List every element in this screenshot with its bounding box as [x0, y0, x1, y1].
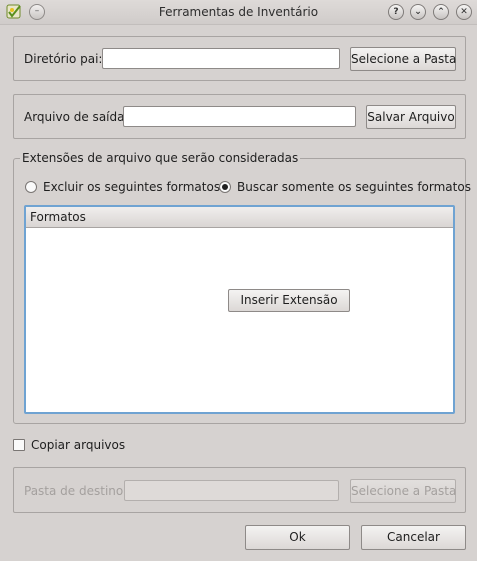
destination-frame: Pasta de destino: Selecione a Pasta — [13, 467, 466, 513]
only-formats-label[interactable]: Buscar somente os seguintes formatos — [237, 179, 471, 195]
ok-button[interactable]: Ok — [245, 525, 350, 550]
parent-dir-label: Diretório pai: — [24, 52, 103, 66]
help-button[interactable]: ? — [388, 4, 404, 20]
select-destination-folder-button: Selecione a Pasta — [350, 479, 456, 503]
minimize-button[interactable]: ⌄ — [410, 4, 426, 20]
extensions-group-title: Extensões de arquivo que serão considera… — [20, 151, 301, 165]
output-file-frame: Arquivo de saída: Salvar Arquivo — [13, 94, 466, 139]
parent-dir-frame: Diretório pai: Selecione a Pasta — [13, 36, 466, 81]
destination-input — [124, 480, 339, 501]
window-title: Ferramentas de Inventário — [158, 5, 319, 19]
only-formats-radio[interactable] — [219, 181, 231, 193]
parent-dir-input[interactable] — [102, 48, 340, 69]
window-menu-button[interactable]: – — [29, 4, 45, 20]
copy-files-checkbox[interactable] — [13, 439, 25, 451]
select-parent-folder-button[interactable]: Selecione a Pasta — [350, 47, 456, 71]
save-file-button[interactable]: Salvar Arquivo — [366, 105, 456, 129]
cancel-button[interactable]: Cancelar — [361, 525, 466, 550]
output-file-label: Arquivo de saída: — [24, 110, 129, 124]
title-bar: – Ferramentas de Inventário ? ⌄ ⌃ ✕ — [0, 0, 477, 25]
maximize-button[interactable]: ⌃ — [433, 4, 449, 20]
copy-files-label[interactable]: Copiar arquivos — [31, 437, 125, 453]
output-file-input[interactable] — [123, 106, 356, 127]
destination-label: Pasta de destino: — [24, 484, 128, 498]
exclude-formats-radio[interactable] — [25, 181, 37, 193]
radio-selected-dot — [222, 184, 228, 190]
qgis-app-icon — [6, 4, 22, 20]
insert-extension-button[interactable]: Inserir Extensão — [228, 289, 350, 312]
close-button[interactable]: ✕ — [456, 4, 472, 20]
exclude-formats-label[interactable]: Excluir os seguintes formatos — [43, 179, 220, 195]
formats-column-header[interactable]: Formatos — [26, 207, 453, 228]
